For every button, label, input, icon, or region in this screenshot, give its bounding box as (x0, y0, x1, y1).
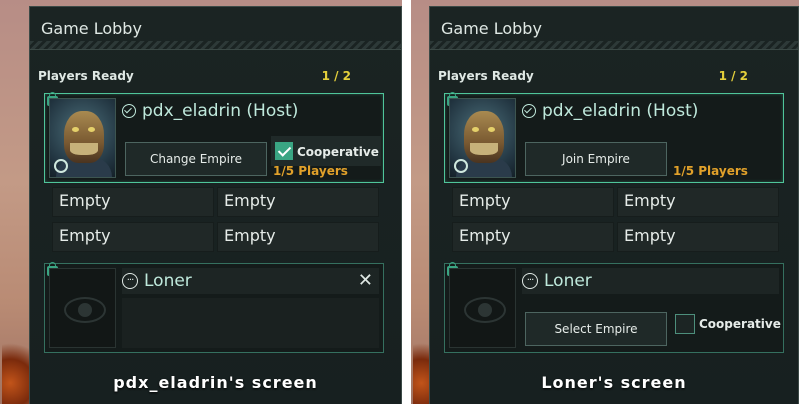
loner-slot: ··· Loner Select Empire Cooperative (444, 262, 784, 353)
empty-slot[interactable]: Empty (452, 222, 614, 252)
eye-icon (64, 297, 106, 323)
loner-slot: ··· Loner ✕ (44, 262, 384, 353)
cooperative-label: Cooperative (699, 317, 781, 331)
empty-slot[interactable]: Empty (617, 187, 779, 217)
empty-slot[interactable]: Empty (217, 187, 379, 217)
player-name-row: ··· Loner ✕ (122, 268, 379, 294)
empire-portrait[interactable] (449, 98, 516, 178)
close-icon[interactable]: ✕ (358, 272, 373, 290)
player-name-row: ··· Loner (522, 268, 779, 294)
game-lobby-panel: Game Lobby Players Ready 1 / 2 pdx_eladr… (29, 6, 402, 404)
right-screen: Game Lobby Players Ready 1 / 2 pdx_eladr… (411, 0, 799, 404)
game-lobby-panel: Game Lobby Players Ready 1 / 2 pdx_eladr… (429, 6, 799, 404)
eye-icon (464, 297, 506, 323)
empty-slot[interactable]: Empty (52, 187, 214, 217)
players-count: 1/5 Players (273, 164, 348, 178)
player-name-row: pdx_eladrin (Host) (522, 98, 779, 124)
select-empire-button[interactable]: Select Empire (525, 312, 667, 346)
empty-slot[interactable]: Empty (52, 222, 214, 252)
empty-portrait (49, 268, 116, 348)
check-circle-icon (522, 104, 536, 118)
cooperative-checkbox[interactable] (275, 142, 293, 160)
panel-title: Game Lobby (441, 19, 542, 38)
panel-title: Game Lobby (41, 19, 142, 38)
magnifier-icon[interactable] (54, 159, 68, 173)
screen-caption: pdx_eladrin's screen (113, 373, 318, 392)
screen-caption: Loner's screen (541, 373, 687, 392)
title-divider (430, 41, 798, 50)
ellipsis-circle-icon: ··· (122, 273, 138, 289)
empty-slot[interactable]: Empty (452, 187, 614, 217)
empty-slot[interactable]: Empty (217, 222, 379, 252)
cooperative-checkbox[interactable] (675, 314, 695, 334)
host-slot: pdx_eladrin (Host) Join Empire 1/5 Playe… (444, 92, 784, 183)
player-name: Loner (144, 271, 192, 291)
check-circle-icon (122, 104, 136, 118)
players-ready-label: Players Ready (438, 69, 534, 83)
host-slot: pdx_eladrin (Host) Change Empire Coopera… (44, 92, 384, 183)
background-art (2, 334, 30, 404)
ready-count: 1 / 2 (321, 69, 351, 83)
ellipsis-circle-icon: ··· (522, 273, 538, 289)
players-count: 1/5 Players (673, 164, 748, 178)
empty-slot[interactable]: Empty (617, 222, 779, 252)
player-name: Loner (544, 271, 592, 291)
cooperative-label: Cooperative (297, 145, 379, 159)
magnifier-icon[interactable] (454, 159, 468, 173)
player-name: pdx_eladrin (Host) (142, 101, 299, 121)
join-empire-button[interactable]: Join Empire (525, 142, 667, 176)
change-empire-button[interactable]: Change Empire (125, 142, 267, 176)
players-ready-label: Players Ready (38, 69, 134, 83)
empire-portrait[interactable] (49, 98, 116, 178)
title-divider (30, 41, 401, 50)
ready-count: 1 / 2 (718, 69, 748, 83)
loner-slot-body (122, 298, 379, 348)
left-screen: Game Lobby Players Ready 1 / 2 pdx_eladr… (0, 0, 402, 404)
player-name: pdx_eladrin (Host) (542, 101, 699, 121)
empty-portrait (449, 268, 516, 348)
player-name-row: pdx_eladrin (Host) (122, 98, 379, 124)
